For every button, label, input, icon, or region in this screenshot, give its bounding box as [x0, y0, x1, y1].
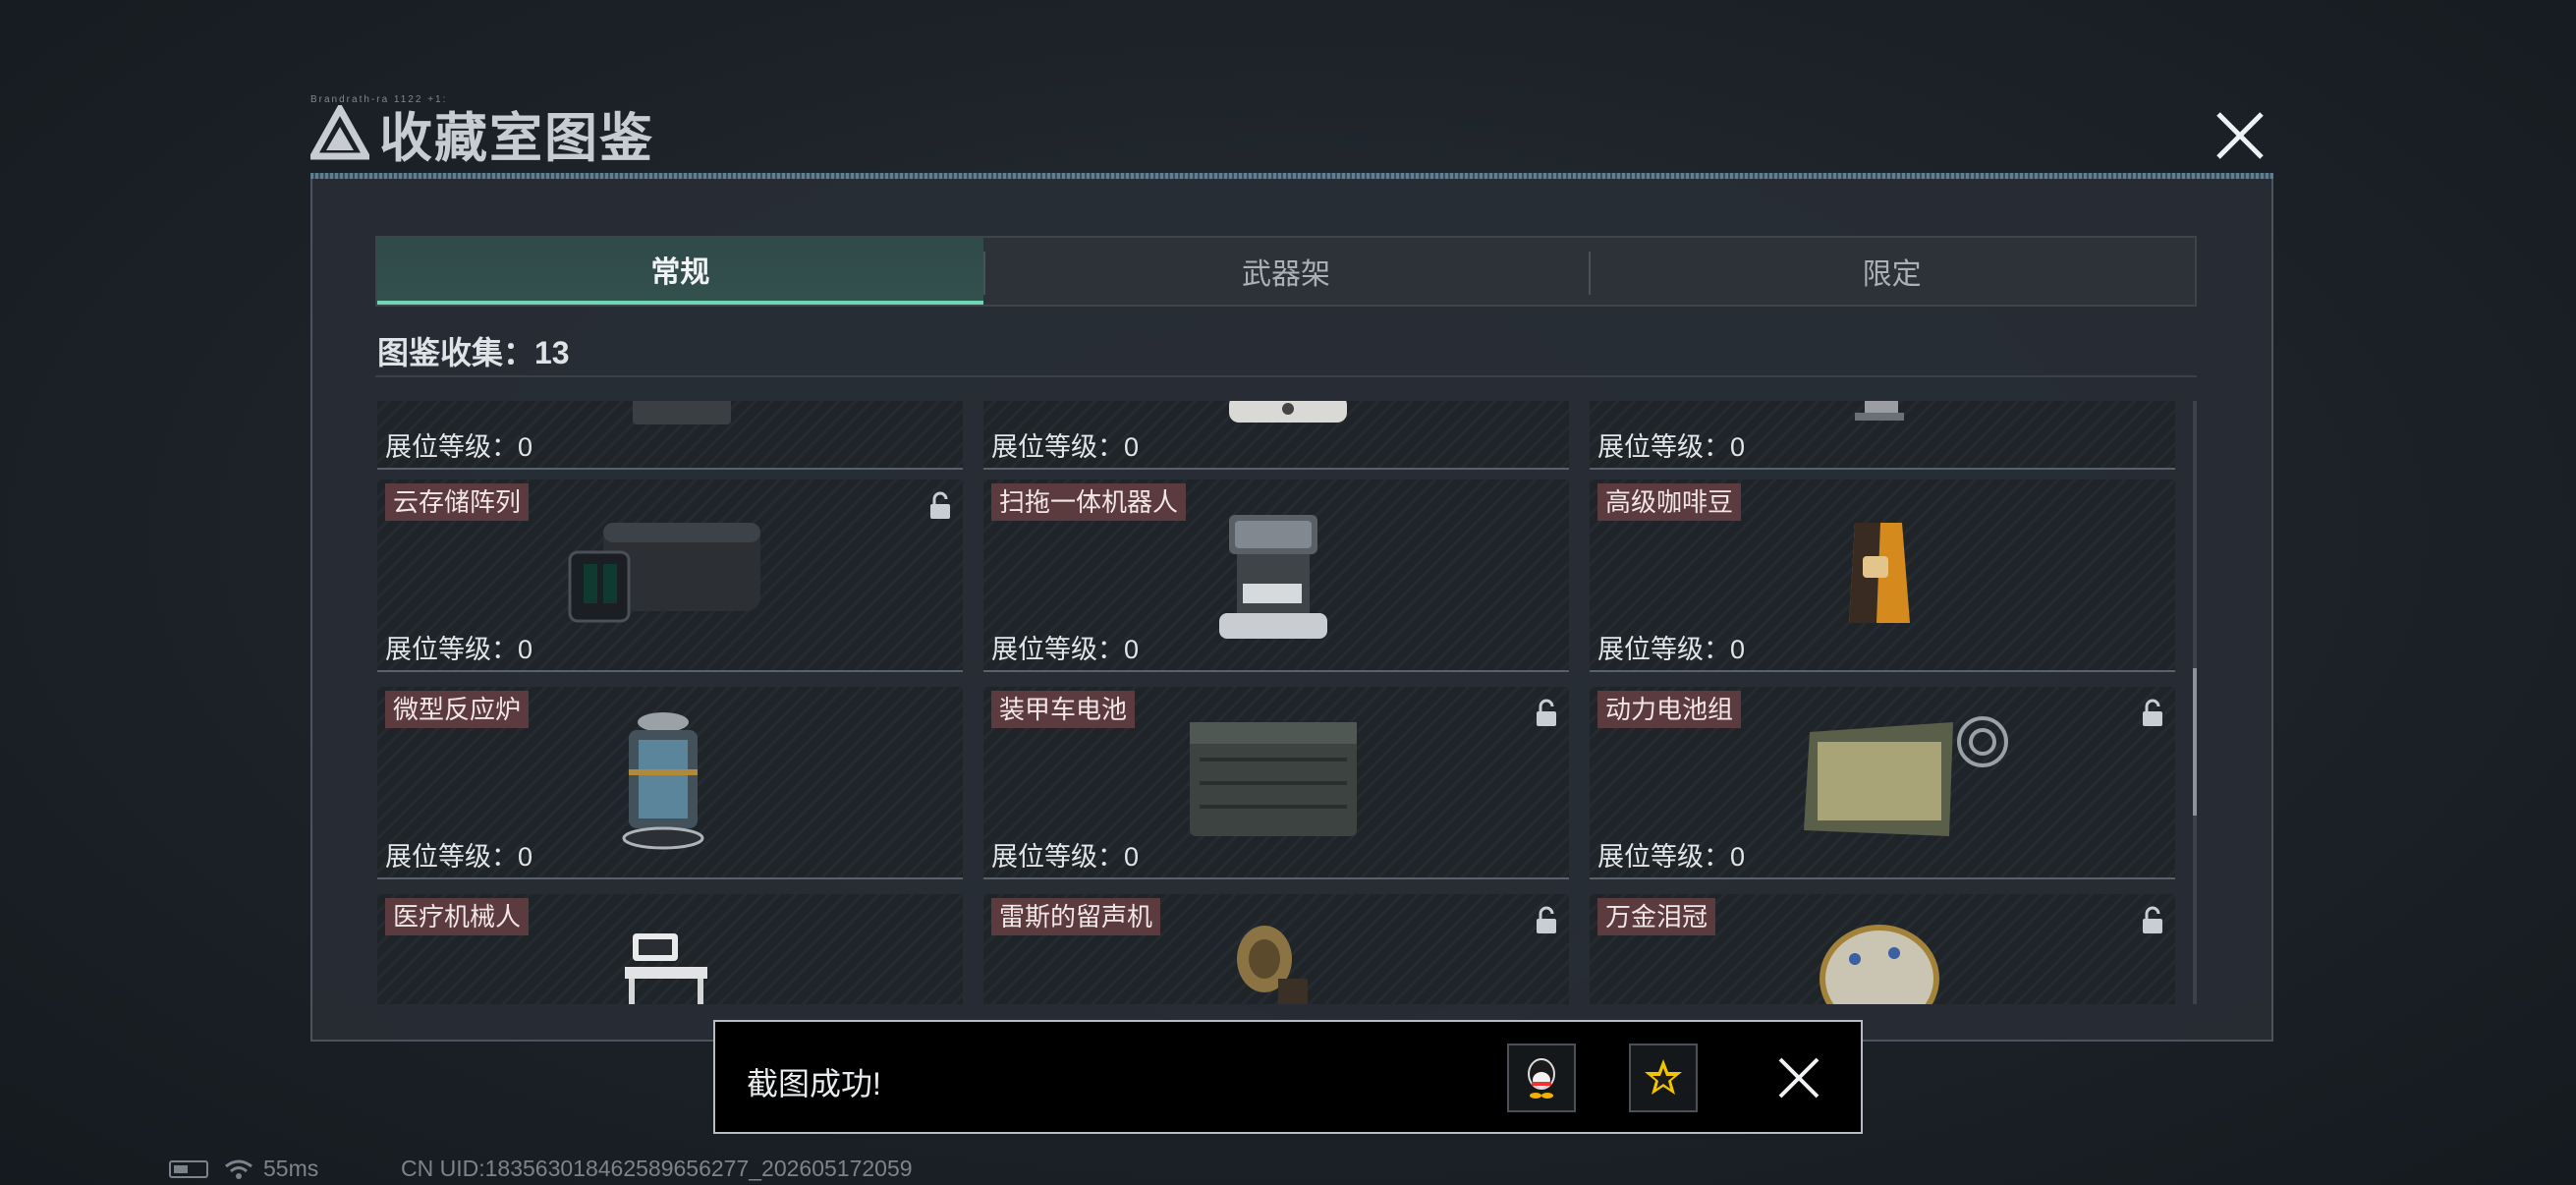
item-name: 微型反应炉 — [385, 691, 530, 728]
qq-share-button[interactable] — [1507, 1044, 1576, 1112]
lock-icon — [1537, 906, 1556, 933]
user-uid: CN UID:18356301846258965627​7_2026051720… — [401, 1156, 913, 1181]
lock-icon — [2143, 699, 2162, 726]
item-name: 万金泪冠 — [1597, 898, 1716, 935]
booth-level: 展位等级：0 — [385, 432, 533, 462]
item-card[interactable]: 展位等级：0 — [983, 401, 1569, 470]
scrollbar-thumb[interactable] — [2193, 668, 2197, 816]
mop-robot-icon — [1219, 515, 1327, 639]
lock-icon — [930, 491, 950, 519]
close-window-icon[interactable] — [2211, 106, 2269, 165]
booth-level: 展位等级：0 — [991, 635, 1140, 664]
item-grid[interactable]: 展位等级：0 展位等级：0 展位等级：0 云存储阵列 展位等级：0 扫拖一体机器… — [377, 401, 2175, 1004]
booth-level: 展位等级：0 — [1597, 635, 1746, 664]
storage-array-icon — [568, 523, 760, 623]
gadget-partial-icon — [1855, 401, 1904, 421]
gramophone-icon — [1237, 926, 1308, 1004]
grid-scrollbar[interactable] — [2193, 401, 2197, 1004]
screenshot-toast: 截图成功! — [713, 1020, 1863, 1134]
triangle-logo-icon — [310, 105, 369, 160]
item-name: 高级咖啡豆 — [1597, 483, 1742, 521]
jeweled-crown-icon — [1820, 925, 1939, 1004]
qq-share-icon — [1528, 1058, 1555, 1099]
item-card[interactable]: 动力电池组 展位等级：0 — [1590, 687, 2175, 879]
reactor-icon — [622, 712, 704, 850]
machine-partial-icon — [1229, 401, 1347, 423]
tab-limited[interactable]: 限定 — [1589, 238, 2195, 305]
booth-level: 展位等级：0 — [385, 635, 533, 664]
item-name: 动力电池组 — [1597, 691, 1742, 728]
favorite-button[interactable] — [1629, 1044, 1698, 1112]
booth-level: 展位等级：0 — [991, 842, 1140, 872]
item-name: 雷斯的留声机 — [991, 898, 1161, 935]
toast-close-icon[interactable] — [1776, 1055, 1821, 1100]
status-bar: 55ms — [169, 1156, 318, 1182]
window-title-bar: 收藏室图鉴 — [310, 98, 654, 168]
item-card[interactable]: 装甲车电池 展位等级：0 — [983, 687, 1569, 879]
category-tabs: 常规 武器架 限定 — [375, 236, 2197, 307]
ping-value: 55ms — [263, 1156, 319, 1181]
collection-count: 图鉴收集：13 — [377, 335, 570, 370]
tab-regular[interactable]: 常规 — [377, 238, 983, 305]
booth-level: 展位等级：0 — [1597, 842, 1746, 872]
booth-level: 展位等级：0 — [385, 842, 533, 872]
item-card[interactable]: 微型反应炉 展位等级：0 — [377, 687, 963, 879]
item-name: 装甲车电池 — [991, 691, 1136, 728]
coffee-bag-icon — [1849, 523, 1910, 623]
vehicle-battery-icon — [1190, 722, 1357, 836]
item-name: 医疗机械人 — [385, 898, 530, 935]
divider — [375, 375, 2197, 377]
favorite-star-icon — [1645, 1059, 1682, 1095]
battery-icon — [169, 1159, 208, 1178]
window-title: 收藏室图鉴 — [379, 108, 654, 168]
medical-robot-icon — [625, 933, 707, 1004]
booth-level: 展位等级：0 — [991, 432, 1140, 462]
booth-level: 展位等级：0 — [1597, 432, 1746, 462]
item-card[interactable]: 扫拖一体机器人 展位等级：0 — [983, 480, 1569, 672]
lock-icon — [1537, 699, 1556, 726]
item-card[interactable]: 医疗机械人 — [377, 894, 963, 1004]
lock-icon — [2143, 906, 2162, 933]
item-card[interactable]: 雷斯的留声机 — [983, 894, 1569, 1004]
toast-message: 截图成功! — [747, 1066, 881, 1101]
tab-weapon-rack[interactable]: 武器架 — [982, 238, 1590, 305]
device-partial-icon — [633, 401, 731, 424]
item-card[interactable]: 展位等级：0 — [377, 401, 963, 470]
item-card[interactable]: 云存储阵列 展位等级：0 — [377, 480, 963, 672]
item-name: 云存储阵列 — [385, 483, 530, 521]
item-card[interactable]: 高级咖啡豆 展位等级：0 — [1590, 480, 2175, 672]
battery-pack-icon — [1804, 716, 2008, 836]
wifi-icon — [225, 1159, 252, 1179]
item-card[interactable]: 万金泪冠 — [1590, 894, 2175, 1004]
item-card[interactable]: 展位等级：0 — [1590, 401, 2175, 470]
item-name: 扫拖一体机器人 — [991, 483, 1187, 521]
